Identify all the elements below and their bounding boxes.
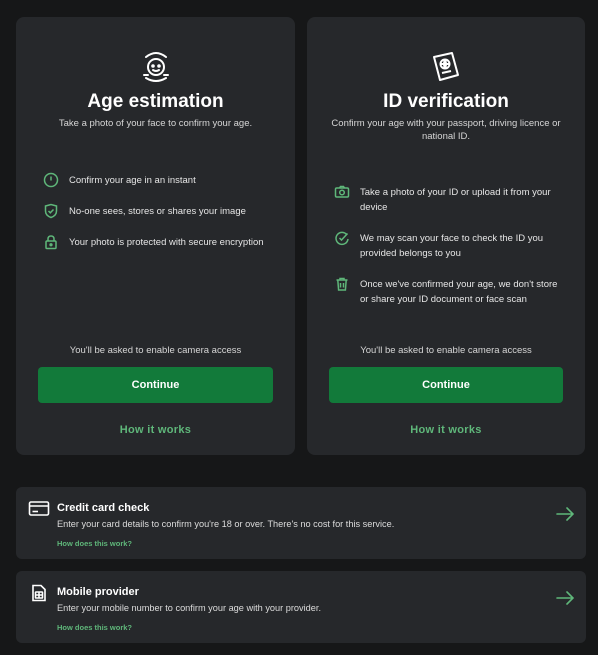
feature-instant: Confirm your age in an instant: [43, 172, 277, 188]
age-estimation-subtitle: Take a photo of your face to confirm you…: [58, 118, 253, 129]
feature-text: No-one sees, stores or shares your image: [69, 206, 246, 217]
age-how-it-works-link[interactable]: How it works: [16, 424, 295, 436]
age-estimation-title: Age estimation: [87, 91, 224, 112]
id-verification-title: ID verification: [383, 91, 509, 112]
camera-access-note: You'll be asked to enable camera access: [360, 345, 532, 356]
camera-icon: [334, 185, 350, 198]
feature-text: We may scan your face to check the ID yo…: [360, 233, 544, 259]
feature-no-storage: Once we've confirmed your age, we don't …: [334, 277, 567, 307]
camera-access-note: You'll be asked to enable camera access: [69, 345, 242, 356]
feature-text: Take a photo of your ID or upload it fro…: [360, 187, 551, 213]
arrow-right-icon[interactable]: [556, 591, 574, 605]
face-scan-icon: [142, 52, 169, 82]
feature-text: Your photo is protected with secure encr…: [69, 237, 264, 248]
feature-encryption: Your photo is protected with secure encr…: [43, 235, 277, 250]
feature-text: Confirm your age in an instant: [69, 175, 196, 186]
feature-text: Once we've confirmed your age, we don't …: [360, 279, 558, 305]
mobile-provider-how-link[interactable]: How does this work?: [57, 623, 132, 632]
passport-icon: [433, 52, 459, 81]
arrow-right-icon[interactable]: [556, 507, 574, 521]
mobile-provider-title: Mobile provider: [57, 586, 139, 598]
mobile-provider-description: Enter your mobile number to confirm your…: [57, 603, 322, 613]
lock-icon: [45, 235, 57, 250]
sim-card-icon: [32, 584, 46, 602]
credit-card-how-link[interactable]: How does this work?: [57, 539, 132, 548]
feature-face-scan: We may scan your face to check the ID yo…: [334, 231, 567, 261]
age-estimation-card: Age estimation Take a photo of your face…: [16, 17, 295, 455]
feature-privacy: No-one sees, stores or shares your image: [43, 203, 277, 219]
clock-icon: [43, 172, 59, 188]
trash-icon: [336, 277, 348, 291]
id-verification-subtitle: Confirm your age with your passport, dri…: [331, 118, 561, 142]
id-verification-card: ID verification Confirm your age with yo…: [307, 17, 585, 455]
mobile-provider-option[interactable]: Mobile provider Enter your mobile number…: [16, 571, 586, 643]
id-how-it-works-link[interactable]: How it works: [307, 424, 585, 436]
credit-card-check-option[interactable]: Credit card check Enter your card detail…: [16, 487, 586, 559]
age-continue-button[interactable]: Continue: [38, 367, 273, 403]
shield-check-icon: [44, 203, 58, 219]
credit-card-description: Enter your card details to confirm you'r…: [57, 519, 395, 529]
face-check-icon: [335, 231, 349, 246]
credit-card-title: Credit card check: [57, 502, 150, 514]
credit-card-icon: [28, 501, 50, 516]
feature-photo-id: Take a photo of your ID or upload it fro…: [334, 185, 567, 215]
id-continue-button[interactable]: Continue: [329, 367, 563, 403]
